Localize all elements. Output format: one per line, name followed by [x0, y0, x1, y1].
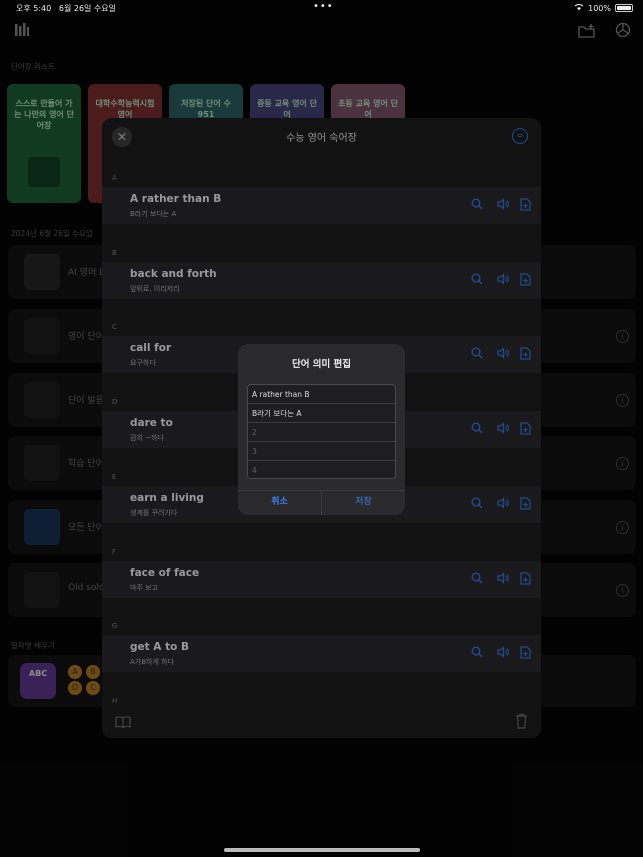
edit-meaning-dialog: 단어 의미 편집 취소 저장: [238, 344, 405, 515]
meaning-field-4[interactable]: [248, 461, 395, 478]
battery-icon: [615, 4, 633, 12]
status-right: 100%: [574, 3, 633, 13]
dialog-title: 단어 의미 편집: [291, 359, 352, 370]
meaning-fields: [247, 384, 396, 479]
multitask-dots-icon[interactable]: •••: [313, 1, 334, 12]
home-indicator: [224, 848, 420, 852]
wifi-icon: [574, 3, 584, 13]
cancel-button[interactable]: 취소: [238, 491, 322, 515]
dialog-buttons: 취소 저장: [238, 490, 405, 515]
status-bar: 오후 5:40 6월 26일 수요일 ••• 100%: [0, 0, 643, 16]
meaning-field-3[interactable]: [248, 442, 395, 461]
save-button[interactable]: 저장: [322, 491, 405, 515]
meaning-field-2[interactable]: [248, 423, 395, 442]
status-time-date: 오후 5:40 6월 26일 수요일: [16, 4, 117, 13]
word-field[interactable]: [248, 385, 395, 404]
meaning-field-1[interactable]: [248, 404, 395, 423]
battery-percent: 100%: [588, 3, 611, 13]
